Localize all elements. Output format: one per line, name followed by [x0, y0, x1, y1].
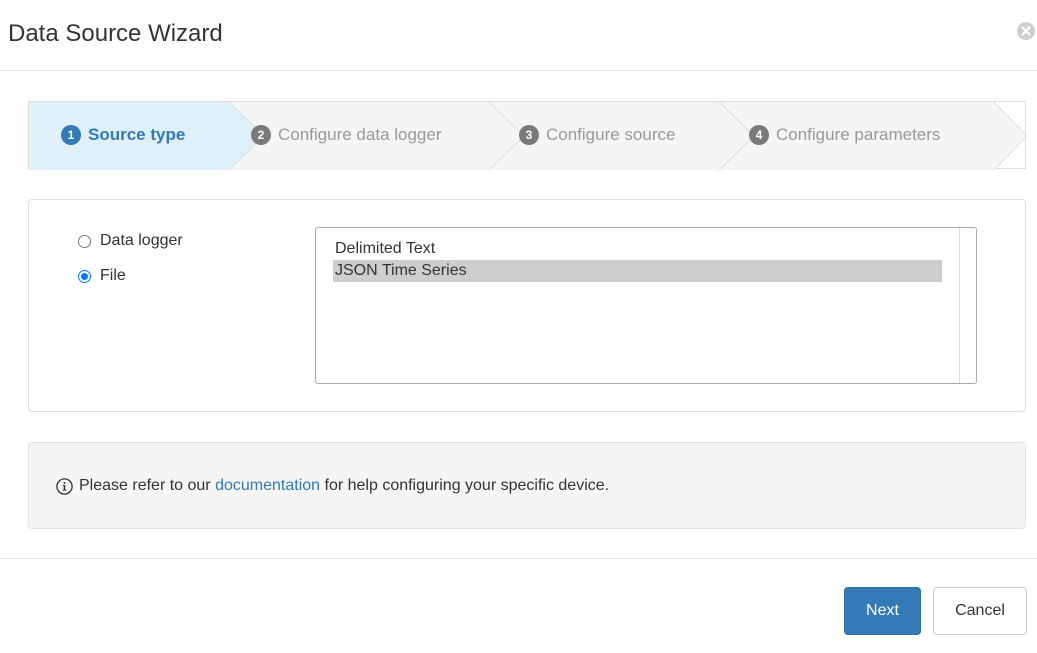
wizard-steps: 1 Source type 2 Configure data logger 3 …: [28, 101, 1028, 171]
step-label: Configure data logger: [278, 125, 442, 144]
dialog-title: Data Source Wizard: [8, 20, 223, 47]
help-text: Please refer to our documentation for he…: [56, 477, 609, 495]
step-configure-parameters[interactable]: 4 Configure parameters: [749, 102, 940, 168]
documentation-link[interactable]: documentation: [215, 477, 320, 495]
info-circle-icon: [56, 477, 73, 495]
close-circle-icon: [1021, 26, 1031, 36]
radio-button[interactable]: [78, 234, 91, 248]
next-button[interactable]: Next: [844, 587, 921, 635]
dialog-header: Data Source Wizard: [0, 0, 1037, 71]
step-label: Configure parameters: [776, 125, 941, 144]
step-label: Source type: [88, 125, 186, 144]
radio-data-logger[interactable]: Data logger: [78, 232, 183, 250]
step-number-badge: 3: [519, 125, 539, 145]
step-number-badge: 1: [61, 125, 81, 145]
source-type-panel: Data logger File Delimited Text JSON Tim…: [28, 199, 1026, 412]
list-option-delimited-text[interactable]: Delimited Text: [333, 238, 942, 260]
step-configure-source[interactable]: 3 Configure source: [519, 102, 675, 168]
dialog-footer: Next Cancel: [0, 558, 1037, 653]
step-number-badge: 2: [251, 125, 271, 145]
data-source-wizard-dialog: Data Source Wizard 1 Source type 2 Confi…: [0, 0, 1037, 653]
file-type-listbox[interactable]: Delimited Text JSON Time Series: [315, 227, 977, 384]
help-info-box: Please refer to our documentation for he…: [28, 442, 1026, 529]
close-button[interactable]: [1017, 22, 1035, 40]
step-number-badge: 4: [749, 125, 769, 145]
radio-button[interactable]: [78, 269, 91, 283]
listbox-scrollbar[interactable]: [959, 228, 976, 383]
step-label: Configure source: [546, 125, 676, 144]
radio-file[interactable]: File: [78, 267, 126, 285]
help-text-prefix: Please refer to our: [79, 477, 211, 494]
cancel-button[interactable]: Cancel: [933, 587, 1027, 635]
step-configure-data-logger[interactable]: 2 Configure data logger: [251, 102, 442, 168]
radio-label: File: [100, 267, 126, 284]
radio-label: Data logger: [100, 232, 183, 249]
list-option-json-time-series[interactable]: JSON Time Series: [333, 260, 942, 282]
step-source-type[interactable]: 1 Source type: [61, 102, 185, 168]
help-text-suffix: for help configuring your specific devic…: [324, 477, 610, 494]
